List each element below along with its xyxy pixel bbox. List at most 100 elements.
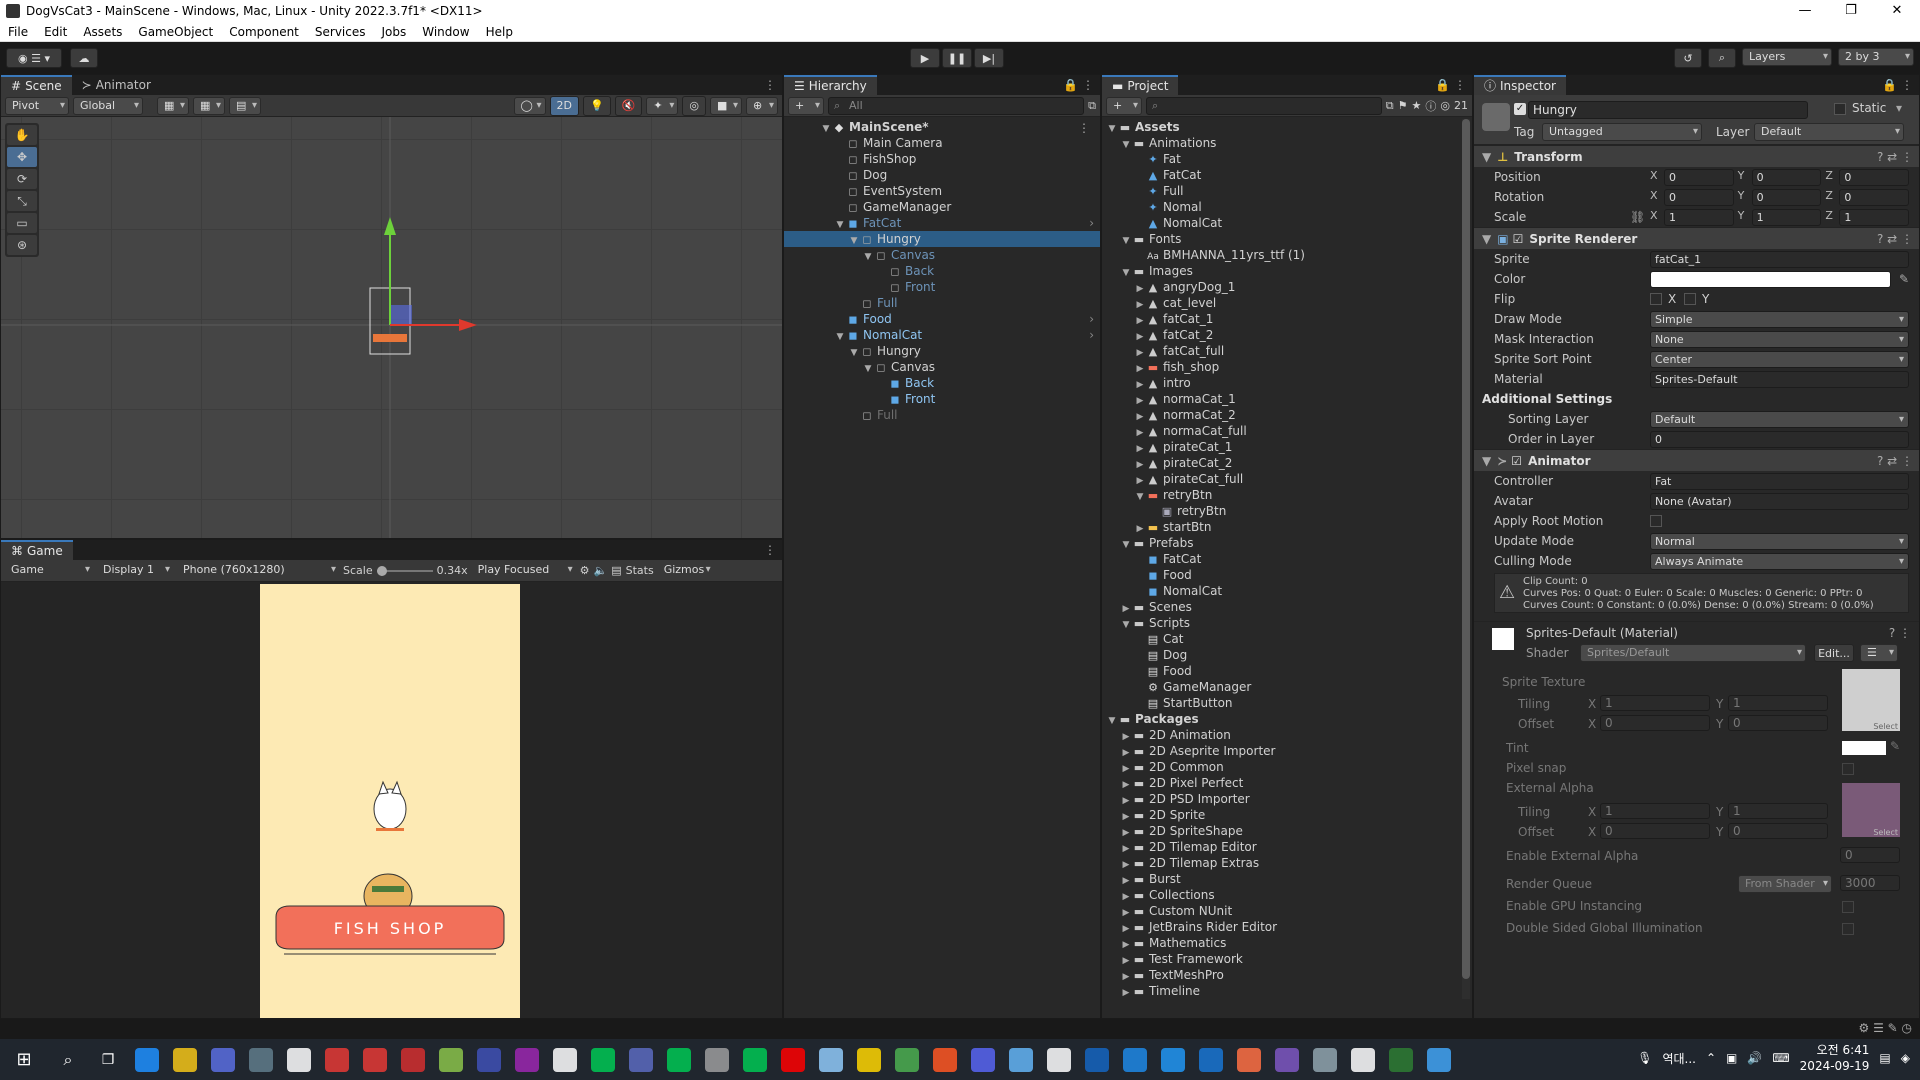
project-item[interactable]: ▶ ▬ 2D Tilemap Extras xyxy=(1102,855,1472,871)
taskbar-app-icon[interactable] xyxy=(363,1047,387,1072)
position-y[interactable]: 0 xyxy=(1751,168,1822,186)
layer-dropdown[interactable]: Default xyxy=(1754,123,1904,141)
project-scrollbar-thumb[interactable] xyxy=(1462,119,1470,979)
hierarchy-item[interactable]: ◻ Dog xyxy=(784,167,1100,183)
taskbar-app-icon[interactable] xyxy=(1237,1047,1261,1072)
taskbar-app-icon[interactable] xyxy=(1275,1047,1299,1072)
taskbar-app-icon[interactable] xyxy=(629,1047,653,1072)
project-item[interactable]: ▼ ▬ Assets xyxy=(1102,119,1472,135)
increment-snap-dropdown[interactable]: ▤ xyxy=(229,96,261,115)
project-item[interactable]: ✦ Full xyxy=(1102,183,1472,199)
link-scale-icon[interactable]: ⛓ xyxy=(1630,210,1645,224)
project-item[interactable]: ▶ ▬ 2D Sprite xyxy=(1102,807,1472,823)
scene-viewport[interactable]: ✋ ✥ ⟳ ⤡ ▭ ⊛ xyxy=(1,117,782,538)
taskbar-app-icon[interactable] xyxy=(135,1047,159,1072)
sprite-renderer-header[interactable]: ▼ ▣ ☑ Sprite Renderer ? ⇄ ⋮ xyxy=(1474,227,1919,249)
mute-audio-icon[interactable]: 🔈 xyxy=(594,564,608,577)
ime-language[interactable]: 역대... xyxy=(1662,1050,1696,1067)
project-item[interactable]: ▼ ▬ retryBtn xyxy=(1102,487,1472,503)
display-dropdown[interactable]: Display 1 xyxy=(97,562,173,580)
audio-toggle[interactable]: 🔇 xyxy=(614,95,643,116)
hierarchy-item[interactable]: ◼ Back xyxy=(784,375,1100,391)
tray-chevron-icon[interactable]: ⌃ xyxy=(1706,1051,1716,1065)
gpu-instancing-checkbox[interactable] xyxy=(1842,901,1854,913)
frame-debugger-icon[interactable]: ⚙ xyxy=(580,564,590,577)
controller-field[interactable]: Fat xyxy=(1650,472,1909,490)
inspector-panel-menu[interactable]: 🔒 ⋮ xyxy=(1882,75,1913,95)
hidden-objects-toggle[interactable]: ◎ xyxy=(682,95,706,116)
eyedropper-icon[interactable]: ✎ xyxy=(1890,739,1900,753)
project-item[interactable]: ▼ ▬ Packages xyxy=(1102,711,1472,727)
scale-slider-thumb[interactable] xyxy=(376,565,387,576)
project-item[interactable]: ▶ ▬ Timeline xyxy=(1102,983,1472,999)
hierarchy-search-input[interactable]: All xyxy=(828,96,1085,115)
project-item[interactable]: ▶ ▬ TextMeshPro xyxy=(1102,967,1472,983)
open-prefab-chevron-icon[interactable]: › xyxy=(1089,311,1094,327)
scale-y[interactable]: 1 xyxy=(1751,208,1822,226)
project-item[interactable]: ▶ ▬ Scenes xyxy=(1102,599,1472,615)
search-icon[interactable]: ⌕ xyxy=(48,1050,88,1070)
status-icons[interactable]: ⚙ ☰ ✎ ◷ xyxy=(1859,1021,1912,1035)
minimize-button[interactable]: — xyxy=(1782,0,1828,22)
rotation-x[interactable]: 0 xyxy=(1664,188,1734,206)
material-controls-icon[interactable]: ? ⋮ xyxy=(1889,626,1911,640)
menu-help[interactable]: Help xyxy=(478,25,521,39)
effects-dropdown[interactable]: ✦ xyxy=(646,96,679,115)
project-item[interactable]: ▶ ▲ normaCat_full xyxy=(1102,423,1472,439)
project-item[interactable]: ◼ FatCat xyxy=(1102,551,1472,567)
task-view-icon[interactable]: ❐ xyxy=(88,1052,128,1068)
sprite-sort-point-dropdown[interactable]: Center xyxy=(1650,350,1909,368)
menu-gameobject[interactable]: GameObject xyxy=(130,25,221,39)
taskbar-app-icon[interactable] xyxy=(553,1047,577,1072)
project-item[interactable]: ▤ Dog xyxy=(1102,647,1472,663)
object-name-field[interactable]: Hungry xyxy=(1528,101,1808,119)
taskbar-app-icon[interactable] xyxy=(1085,1047,1109,1072)
render-queue-field[interactable]: 3000 xyxy=(1840,875,1900,891)
culling-mode-dropdown[interactable]: Always Animate xyxy=(1650,552,1909,570)
keyboard-icon[interactable]: ⌨ xyxy=(1772,1051,1789,1065)
taskbar-app-icon[interactable] xyxy=(1047,1047,1071,1072)
game-panel-menu[interactable]: ⋮ xyxy=(764,540,776,560)
rotation-y[interactable]: 0 xyxy=(1751,188,1822,206)
order-in-layer-field[interactable]: 0 xyxy=(1650,430,1909,448)
menu-assets[interactable]: Assets xyxy=(75,25,130,39)
taskbar-app-icon[interactable] xyxy=(667,1047,691,1072)
project-scrollbar[interactable] xyxy=(1462,119,1470,999)
open-prefab-chevron-icon[interactable]: › xyxy=(1089,215,1094,231)
project-item[interactable]: ▤ Food xyxy=(1102,663,1472,679)
sprite-field[interactable]: fatCat_1 xyxy=(1650,250,1909,268)
hierarchy-item[interactable]: ◻ Full xyxy=(784,295,1100,311)
tab-project[interactable]: ▬ Project xyxy=(1102,75,1179,95)
avatar-field[interactable]: None (Avatar) xyxy=(1650,492,1909,510)
sprite-texture-thumbnail[interactable]: Select xyxy=(1842,669,1900,731)
hierarchy-item[interactable]: ▼ ◼ FatCat › xyxy=(784,215,1100,231)
global-dropdown[interactable]: Global xyxy=(73,96,143,115)
project-item[interactable]: ▲ FatCat xyxy=(1102,167,1472,183)
taskbar-app-icon[interactable] xyxy=(971,1047,995,1072)
project-item[interactable]: ✦ Nomal xyxy=(1102,199,1472,215)
play-focused-dropdown[interactable]: Play Focused xyxy=(472,562,576,580)
hierarchy-item[interactable]: ◻ Main Camera xyxy=(784,135,1100,151)
mode-2d-toggle[interactable]: 2D xyxy=(549,95,579,116)
project-item[interactable]: ▼ ▬ Prefabs xyxy=(1102,535,1472,551)
play-button[interactable]: ▶ xyxy=(910,48,940,68)
project-item[interactable]: ▲ NomalCat xyxy=(1102,215,1472,231)
project-create-dropdown[interactable]: + xyxy=(1106,96,1142,115)
component-controls-icon[interactable]: ? ⇄ ⋮ xyxy=(1877,450,1913,472)
position-z[interactable]: 0 xyxy=(1839,168,1910,186)
game-gizmos-dropdown[interactable]: Gizmos xyxy=(658,562,714,580)
project-item[interactable]: ✦ Fat xyxy=(1102,151,1472,167)
component-controls-icon[interactable]: ? ⇄ ⋮ xyxy=(1877,146,1913,168)
favorites-icon[interactable]: ★ xyxy=(1412,99,1422,112)
menu-component[interactable]: Component xyxy=(221,25,307,39)
ext-tiling-x[interactable]: 1 xyxy=(1600,803,1710,819)
taskbar-app-icon[interactable] xyxy=(173,1047,197,1072)
project-item[interactable]: ▶ ▬ 2D Common xyxy=(1102,759,1472,775)
project-item[interactable]: ▶ ▬ startBtn xyxy=(1102,519,1472,535)
mask-interaction-dropdown[interactable]: None xyxy=(1650,330,1909,348)
layers-dropdown[interactable]: Layers xyxy=(1742,48,1832,66)
resolution-dropdown[interactable]: Phone (760x1280) xyxy=(177,562,339,580)
taskbar-app-icon[interactable] xyxy=(1161,1047,1185,1072)
project-item[interactable]: ▶ ▬ Collections xyxy=(1102,887,1472,903)
search-by-type-icon[interactable]: ⧉ xyxy=(1386,99,1394,113)
